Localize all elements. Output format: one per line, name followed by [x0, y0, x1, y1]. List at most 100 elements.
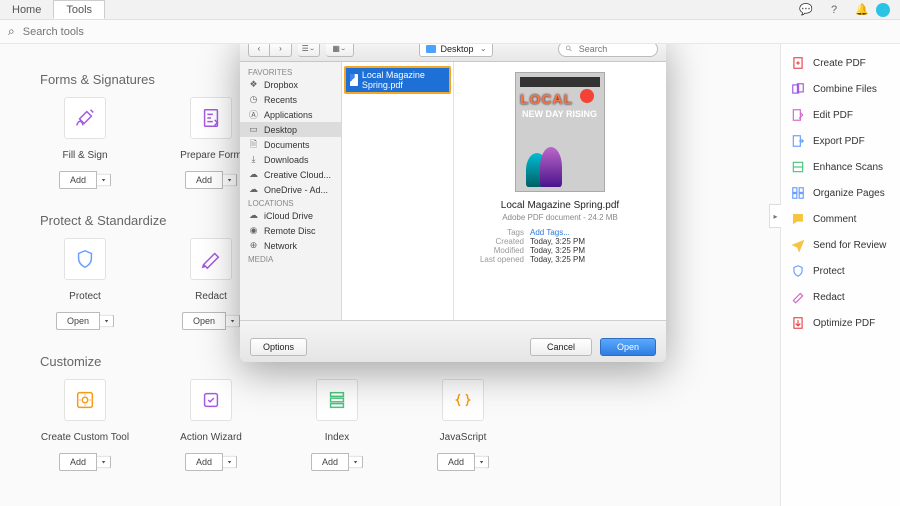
meta-key: Modified: [464, 246, 524, 255]
chevron-down-icon[interactable]: ▾: [475, 456, 489, 469]
disc-icon: ◉: [248, 225, 259, 236]
add-tags-link[interactable]: Add Tags...: [530, 228, 570, 237]
sidebar-heading-locations: Locations: [240, 197, 341, 208]
rail-comment[interactable]: Comment: [781, 206, 900, 232]
add-button[interactable]: Add: [185, 171, 223, 189]
rail-organize-pages[interactable]: Organize Pages: [781, 180, 900, 206]
preview-text-local: LOCAL: [520, 91, 573, 107]
meta-val: Today, 3:25 PM: [530, 255, 585, 264]
view-columns-button[interactable]: ☰ ⌄: [298, 44, 320, 57]
chevron-down-icon[interactable]: ▾: [97, 174, 111, 187]
clock-icon: ◷: [248, 94, 259, 105]
dialog-toolbar: ‹ › ☰ ⌄ ▦ ⌄ Desktop: [240, 44, 666, 62]
redact-icon: [791, 290, 805, 304]
file-list-column: Local Magazine Spring.pdf: [342, 62, 454, 320]
rail-redact[interactable]: Redact: [781, 284, 900, 310]
bell-icon[interactable]: 🔔: [854, 2, 870, 18]
add-button[interactable]: Add: [437, 453, 475, 471]
help-icon[interactable]: ?: [826, 2, 842, 18]
optimize-icon: [791, 316, 805, 330]
dialog-footer: Options Cancel Open: [240, 320, 666, 362]
avatar[interactable]: [876, 3, 890, 17]
prepare-form-icon: [190, 97, 232, 139]
tool-action-wizard[interactable]: Action Wizard Add▾: [166, 379, 256, 471]
desktop-icon: ▭: [248, 124, 259, 135]
file-name: Local Magazine Spring.pdf: [362, 70, 445, 90]
tab-home[interactable]: Home: [0, 0, 53, 19]
file-selected[interactable]: Local Magazine Spring.pdf: [344, 66, 451, 94]
chevron-down-icon[interactable]: ▾: [349, 456, 363, 469]
organize-icon: [791, 186, 805, 200]
tool-label: Fill & Sign: [62, 145, 107, 165]
tab-tools[interactable]: Tools: [53, 0, 105, 19]
cloud-icon: ☁: [248, 184, 259, 195]
sidebar-item-network[interactable]: ⊕Network: [240, 238, 341, 253]
tool-label: Prepare Form: [180, 145, 242, 165]
pdf-file-icon: [350, 74, 358, 86]
tool-fill-sign[interactable]: Fill & Sign Add▾: [40, 97, 130, 189]
chevron-down-icon[interactable]: ▾: [223, 174, 237, 187]
tool-label: JavaScript: [440, 427, 487, 447]
forward-button[interactable]: ›: [270, 44, 292, 57]
sidebar-item-recents[interactable]: ◷Recents: [240, 92, 341, 107]
rail-create-pdf[interactable]: Create PDF: [781, 50, 900, 76]
cloud-icon: ☁: [248, 169, 259, 180]
dialog-search-input[interactable]: [577, 44, 651, 55]
tool-javascript[interactable]: JavaScript Add▾: [418, 379, 508, 471]
add-button[interactable]: Add: [59, 453, 97, 471]
chevron-down-icon[interactable]: ▾: [100, 315, 114, 328]
tools-center-pane: Forms & Signatures Fill & Sign Add▾ Prep…: [0, 44, 780, 506]
chevron-down-icon[interactable]: ▾: [226, 315, 240, 328]
location-dropdown[interactable]: Desktop: [419, 44, 492, 57]
rail-optimize[interactable]: Optimize PDF: [781, 310, 900, 336]
dialog-search[interactable]: [558, 44, 658, 57]
send-icon: [791, 238, 805, 252]
rail-protect[interactable]: Protect: [781, 258, 900, 284]
sidebar-heading-favorites: Favorites: [240, 66, 341, 77]
open-button[interactable]: Open: [182, 312, 226, 330]
open-button[interactable]: Open: [56, 312, 100, 330]
download-icon: ⤓: [248, 154, 259, 165]
export-pdf-icon: [791, 134, 805, 148]
sidebar-item-desktop[interactable]: ▭Desktop: [240, 122, 341, 137]
meta-key: Created: [464, 237, 524, 246]
sidebar-heading-media: Media: [240, 253, 341, 264]
sidebar-item-documents[interactable]: 🗎Documents: [240, 137, 341, 152]
rail-export-pdf[interactable]: Export PDF: [781, 128, 900, 154]
search-icon: ⌕: [8, 24, 15, 39]
add-button[interactable]: Add: [311, 453, 349, 471]
sidebar-item-dropbox[interactable]: ❖Dropbox: [240, 77, 341, 92]
tool-index[interactable]: Index Add▾: [292, 379, 382, 471]
rail-send-review[interactable]: Send for Review: [781, 232, 900, 258]
sidebar-item-creative-cloud[interactable]: ☁Creative Cloud...: [240, 167, 341, 182]
group-button[interactable]: ▦ ⌄: [326, 44, 354, 57]
rail-edit-pdf[interactable]: Edit PDF: [781, 102, 900, 128]
sidebar-item-downloads[interactable]: ⤓Downloads: [240, 152, 341, 167]
rail-combine-files[interactable]: Combine Files: [781, 76, 900, 102]
sidebar-item-applications[interactable]: ⒶApplications: [240, 107, 341, 122]
dialog-sidebar: Favorites ❖Dropbox ◷Recents ⒶApplication…: [240, 62, 342, 320]
search-input[interactable]: [21, 25, 221, 39]
tool-protect[interactable]: Protect Open▾: [40, 238, 130, 330]
shield-icon: [791, 264, 805, 278]
chat-icon[interactable]: 💬: [798, 2, 814, 18]
sidebar-item-remotedisc[interactable]: ◉Remote Disc: [240, 223, 341, 238]
search-icon: [565, 44, 573, 53]
dropbox-icon: ❖: [248, 79, 259, 90]
collapse-handle[interactable]: ▸: [769, 204, 781, 228]
combine-icon: [791, 82, 805, 96]
sidebar-item-icloud[interactable]: ☁iCloud Drive: [240, 208, 341, 223]
chevron-down-icon[interactable]: ▾: [223, 456, 237, 469]
add-button[interactable]: Add: [185, 453, 223, 471]
open-button[interactable]: Open: [600, 338, 656, 356]
rail-enhance-scans[interactable]: Enhance Scans: [781, 154, 900, 180]
options-button[interactable]: Options: [250, 338, 307, 356]
icloud-icon: ☁: [248, 210, 259, 221]
back-button[interactable]: ‹: [248, 44, 270, 57]
cancel-button[interactable]: Cancel: [530, 338, 592, 356]
chevron-down-icon[interactable]: ▾: [97, 456, 111, 469]
sidebar-item-onedrive[interactable]: ☁OneDrive - Ad...: [240, 182, 341, 197]
preview-thumbnail: LOCAL NEW DAY RISING: [515, 72, 605, 192]
tool-create-custom[interactable]: Create Custom Tool Add▾: [40, 379, 130, 471]
add-button[interactable]: Add: [59, 171, 97, 189]
